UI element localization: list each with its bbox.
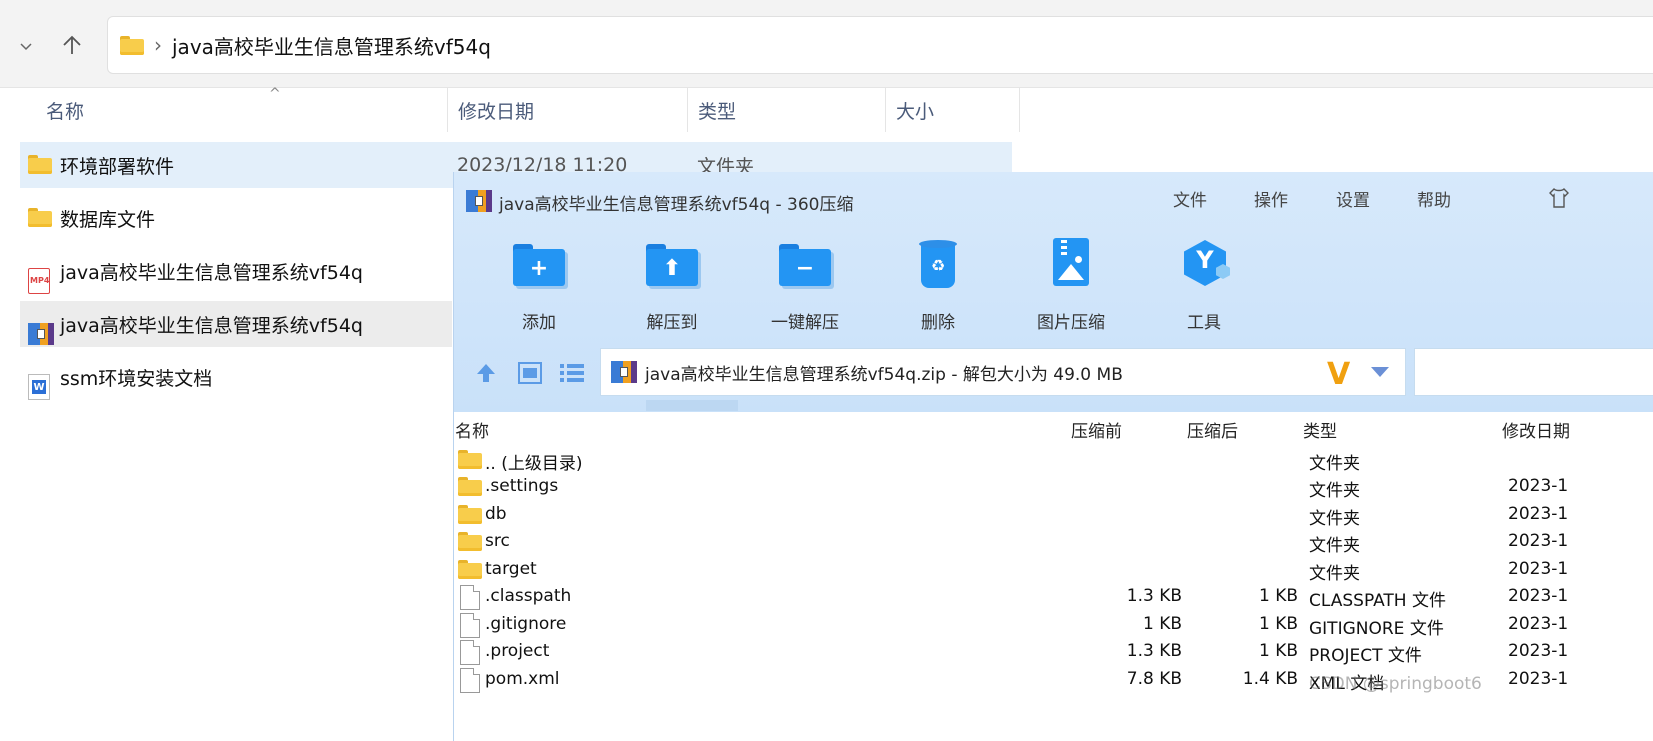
zip-search-input[interactable] [1414,348,1653,396]
skin-shirt-icon[interactable] [1547,186,1571,210]
column-header-type[interactable]: 类型 [688,88,886,132]
add-button[interactable]: + 添加 [484,238,594,333]
folder-icon [120,35,144,55]
mp4-file-icon: MP4 [28,268,50,294]
zip-window-title: java高校毕业生信息管理系统vf54q - 360压缩 [499,195,854,215]
zip-window: java高校毕业生信息管理系统vf54q - 360压缩 文件 操作 设置 帮助… [453,172,1653,741]
chevron-down-icon [20,43,32,51]
zip-archive-icon [611,359,637,385]
zip-list-item[interactable]: .classpath 1.3 KB 1 KB CLASSPATH 文件 2023… [454,585,1653,612]
path-progress-underline [646,400,738,411]
list-view-icon [560,364,584,382]
column-header-size[interactable]: 大小 [886,88,1020,132]
file-icon [460,640,480,665]
arrow-up-icon [63,35,81,54]
zip-list-item[interactable]: .settings 文件夹 2023-1 [454,475,1653,502]
go-up-button[interactable] [472,360,500,386]
zip-column-before[interactable]: 压缩前 [1071,417,1122,442]
up-button[interactable] [54,27,90,63]
zip-column-after[interactable]: 压缩后 [1187,417,1238,442]
zip-app-icon [466,188,492,214]
zip-column-type[interactable]: 类型 [1303,417,1337,442]
file-icon [460,668,480,693]
folder-icon [458,532,482,551]
v-logo-icon[interactable]: V [1327,357,1350,392]
file-icon [460,613,480,638]
zip-path-field[interactable]: java高校毕业生信息管理系统vf54q.zip - 解包大小为 49.0 MB… [600,348,1406,396]
delete-button[interactable]: ♻ 删除 [883,238,993,333]
thumbnail-view-button[interactable] [516,360,544,386]
sort-ascending-icon: ^ [269,86,281,102]
zip-list-item[interactable]: db 文件夹 2023-1 [454,503,1653,530]
folder-icon [28,208,52,227]
address-bar[interactable]: › java高校毕业生信息管理系统vf54q [107,16,1653,74]
folder-icon [458,505,482,524]
zip-path-row: java高校毕业生信息管理系统vf54q.zip - 解包大小为 49.0 MB… [454,342,1653,402]
image-compress-button[interactable]: 图片压缩 [1016,238,1126,333]
menu-help[interactable]: 帮助 [1417,186,1451,211]
thumbnail-view-icon [518,362,542,384]
watermark: CSDN @springboot6 [1309,674,1482,694]
folder-icon [458,477,482,496]
zip-header: java高校毕业生信息管理系统vf54q - 360压缩 文件 操作 设置 帮助… [454,172,1653,412]
menu-operate[interactable]: 操作 [1254,186,1288,211]
extract-to-button[interactable]: ⬆ 解压到 [617,238,727,333]
breadcrumb-current[interactable]: java高校毕业生信息管理系统vf54q [172,31,491,60]
folder-icon [458,560,482,579]
zip-list-item[interactable]: .project 1.3 KB 1 KB PROJECT 文件 2023-1 [454,640,1653,667]
arrow-up-icon [477,364,495,382]
word-doc-icon: W [28,374,50,400]
folder-icon [28,155,52,174]
list-view-button[interactable] [558,360,586,386]
breadcrumb-chevron-icon: › [154,33,162,57]
extract-folder-icon: ⬆ [646,244,698,286]
column-header-name[interactable]: 名称 ^ [36,86,448,132]
zip-archive-icon [28,321,54,347]
one-click-extract-button[interactable]: − 一键解压 [750,238,860,333]
zip-list-item[interactable]: target 文件夹 2023-1 [454,558,1653,585]
explorer-toolbar: › java高校毕业生信息管理系统vf54q [0,0,1653,88]
file-row[interactable]: java高校毕业生信息管理系统vf54q [20,301,452,347]
zip-list-item[interactable]: .gitignore 1 KB 1 KB GITIGNORE 文件 2023-1 [454,613,1653,640]
zip-column-name[interactable]: 名称 [455,417,489,442]
tools-hex-icon: Y [1176,238,1232,288]
tools-button[interactable]: Y 工具 [1149,238,1259,333]
file-icon [460,585,480,610]
add-folder-icon: + [513,244,565,286]
recent-locations-button[interactable] [8,28,44,64]
dropdown-arrow-icon[interactable] [1371,367,1389,377]
menu-settings[interactable]: 设置 [1336,186,1370,211]
folder-icon [458,450,482,469]
zip-list-item[interactable]: src 文件夹 2023-1 [454,530,1653,557]
explorer-column-headers: 名称 ^ 修改日期 类型 大小 [0,86,1020,132]
recycle-bin-icon: ♻ [919,240,957,288]
menu-file[interactable]: 文件 [1173,186,1207,211]
image-zip-icon [1053,238,1089,286]
zip-list-item[interactable]: .. (上级目录) 文件夹 [454,448,1653,475]
column-header-modified[interactable]: 修改日期 [448,88,688,132]
one-click-folder-icon: − [779,244,831,286]
zip-column-modified[interactable]: 修改日期 [1502,417,1570,442]
